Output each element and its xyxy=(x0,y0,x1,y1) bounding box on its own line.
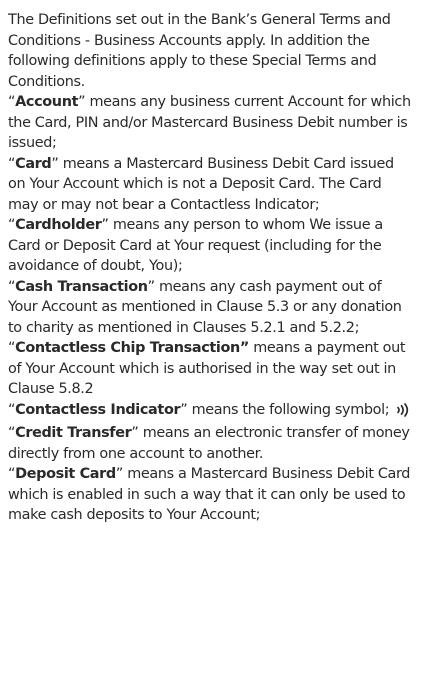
term: Account xyxy=(15,94,79,110)
definition-deposit-card: “Deposit Card” means a Mastercard Busine… xyxy=(8,466,411,523)
definition-contactless-indicator: “Contactless Indicator” means the follow… xyxy=(8,400,414,424)
terms-document: The Definitions set out in the Bank’s Ge… xyxy=(0,0,422,526)
definition-credit-transfer: “Credit Transfer” means an electronic tr… xyxy=(8,425,410,462)
term: Card xyxy=(15,155,52,172)
definition-card: “Card” means a Mastercard Business Debit… xyxy=(8,155,394,213)
term: Contactless Indicator xyxy=(15,401,181,418)
definition-contactless-chip-transaction: “Contactless Chip Transaction” means a p… xyxy=(8,340,406,397)
definition-cash-transaction: “Cash Transaction” means any cash paymen… xyxy=(8,278,402,336)
contactless-icon xyxy=(395,402,411,424)
definition-text: means the following symbol; xyxy=(187,401,390,418)
term: Credit Transfer xyxy=(15,425,132,441)
term: Cardholder xyxy=(15,217,102,233)
definition-account: “Account” means any business current Acc… xyxy=(8,94,411,151)
intro-paragraph: The Definitions set out in the Bank’s Ge… xyxy=(8,12,391,90)
definition-text: means a Mastercard Business Debit Card i… xyxy=(8,155,394,213)
term: Contactless Chip Transaction” xyxy=(15,340,250,356)
term: Deposit Card xyxy=(15,466,116,482)
term: Cash Transaction xyxy=(15,278,148,295)
definition-cardholder: “Cardholder” means any person to whom We… xyxy=(8,217,383,274)
